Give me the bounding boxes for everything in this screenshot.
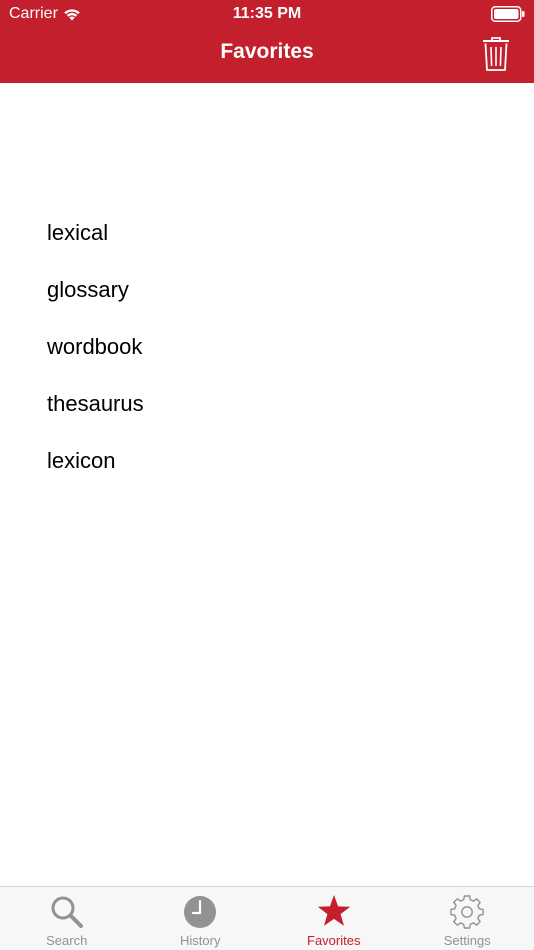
tab-settings[interactable]: Settings bbox=[401, 887, 534, 950]
tab-label: Favorites bbox=[307, 933, 361, 948]
tab-label: History bbox=[180, 933, 221, 948]
gear-icon bbox=[450, 895, 484, 929]
magnifier-icon bbox=[51, 896, 83, 928]
list-item[interactable]: thesaurus bbox=[0, 375, 534, 432]
tab-search[interactable]: Search bbox=[0, 887, 134, 950]
status-time: 11:35 PM bbox=[232, 5, 302, 22]
list-item[interactable]: lexical bbox=[0, 204, 534, 261]
battery-icon bbox=[491, 6, 525, 22]
trash-icon bbox=[483, 37, 509, 71]
page-title: Favorites bbox=[220, 40, 314, 63]
tab-bar: Search History Favorites Settings bbox=[0, 886, 534, 950]
navigation-header: Carrier 11:35 PM Favorites bbox=[0, 0, 534, 83]
clock-icon bbox=[184, 896, 217, 928]
delete-all-button[interactable] bbox=[482, 36, 510, 72]
star-icon bbox=[317, 895, 350, 926]
list-item[interactable]: glossary bbox=[0, 261, 534, 318]
list-item[interactable]: wordbook bbox=[0, 318, 534, 375]
status-bar: Carrier 11:35 PM bbox=[0, 0, 534, 28]
tab-label: Search bbox=[46, 933, 88, 948]
tab-favorites[interactable]: Favorites bbox=[267, 887, 401, 950]
tab-label: Settings bbox=[443, 933, 491, 948]
tab-history[interactable]: History bbox=[134, 887, 268, 950]
favorites-list: lexical glossary wordbook thesaurus lexi… bbox=[0, 204, 534, 489]
list-item[interactable]: lexicon bbox=[0, 432, 534, 489]
